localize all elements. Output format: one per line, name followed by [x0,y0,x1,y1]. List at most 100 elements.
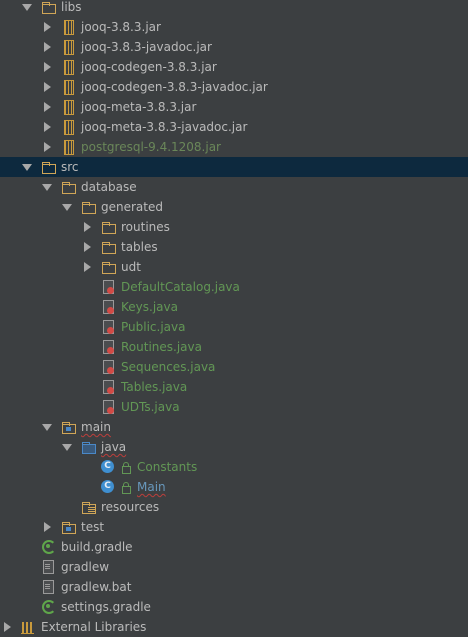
tree-node-label: jooq-codegen-3.8.3.jar [81,60,217,74]
tree-node-label: settings.gradle [61,600,151,614]
folder-icon [41,159,57,175]
libraries-icon [21,619,37,635]
tree-node-class[interactable]: Main [0,477,468,497]
jar-icon [61,19,77,35]
gradle-icon [41,599,57,615]
collapse-arrow-icon[interactable] [81,257,93,277]
tree-node-jar[interactable]: jooq-meta-3.8.3.jar [0,97,468,117]
tree-node-jar[interactable]: postgresql-9.4.1208.jar [0,137,468,157]
tree-node-label: gradlew [61,560,110,574]
collapse-arrow-icon[interactable] [81,217,93,237]
collapse-arrow-icon[interactable] [41,97,53,117]
java-file-icon [101,299,117,315]
tree-node-jar[interactable]: jooq-meta-3.8.3-javadoc.jar [0,117,468,137]
tree-node-file[interactable]: Keys.java [0,297,468,317]
expand-arrow-icon[interactable] [61,197,73,217]
class-icon [101,479,117,495]
expand-arrow-icon[interactable] [41,417,53,437]
expand-arrow-icon[interactable] [61,437,73,457]
tree-node-label: Constants [137,460,198,474]
tree-node-label: jooq-meta-3.8.3.jar [81,100,197,114]
tree-node-file[interactable]: Tables.java [0,377,468,397]
tree-node-jar[interactable]: jooq-codegen-3.8.3.jar [0,57,468,77]
expand-arrow-icon[interactable] [21,157,33,177]
tree-node-label: java [101,440,127,454]
tree-node-main[interactable]: main [0,417,468,437]
tree-node-file[interactable]: DefaultCatalog.java [0,277,468,297]
folder-icon [41,0,57,15]
tree-node-label: jooq-3.8.3-javadoc.jar [81,40,212,54]
lock-icon [121,479,131,495]
tree-node-file[interactable]: build.gradle [0,537,468,557]
tree-node-label: jooq-codegen-3.8.3-javadoc.jar [81,80,268,94]
module-folder-icon [61,419,77,435]
resources-folder-icon [81,499,97,515]
tree-node-src[interactable]: src [0,157,468,177]
jar-icon [61,119,77,135]
java-file-icon [101,399,117,415]
collapse-arrow-icon[interactable] [41,137,53,157]
folder-icon [61,179,77,195]
tree-node-tables[interactable]: tables [0,237,468,257]
tree-node-class[interactable]: Constants [0,457,468,477]
java-file-icon [101,319,117,335]
tree-node-label: main [81,420,111,434]
tree-node-routines[interactable]: routines [0,217,468,237]
tree-node-java[interactable]: java [0,437,468,457]
tree-node-label: routines [121,220,170,234]
tree-node-generated[interactable]: generated [0,197,468,217]
tree-node-jar[interactable]: jooq-3.8.3.jar [0,17,468,37]
tree-node-file[interactable]: Public.java [0,317,468,337]
tree-node-label: resources [101,500,160,514]
tree-node-file[interactable]: Sequences.java [0,357,468,377]
collapse-arrow-icon[interactable] [1,617,13,637]
collapse-arrow-icon[interactable] [41,57,53,77]
tree-node-libs[interactable]: libs [0,0,468,17]
collapse-arrow-icon[interactable] [81,237,93,257]
tree-node-udt[interactable]: udt [0,257,468,277]
tree-node-file[interactable]: Routines.java [0,337,468,357]
folder-icon [101,219,117,235]
tree-node-label: Main [137,480,166,494]
file-icon [41,559,57,575]
class-icon [101,459,117,475]
jar-icon [61,39,77,55]
jar-icon [61,99,77,115]
tree-node-label: UDTs.java [121,400,180,414]
tree-node-label: Public.java [121,320,186,334]
tree-node-database[interactable]: database [0,177,468,197]
collapse-arrow-icon[interactable] [41,17,53,37]
expand-arrow-icon[interactable] [41,177,53,197]
tree-node-file[interactable]: gradlew [0,557,468,577]
tree-node-label: Tables.java [121,380,188,394]
tree-node-jar[interactable]: jooq-codegen-3.8.3-javadoc.jar [0,77,468,97]
tree-node-label: udt [121,260,141,274]
tree-node-label: src [61,160,79,174]
source-folder-icon [81,439,97,455]
collapse-arrow-icon[interactable] [41,77,53,97]
tree-node-label: gradlew.bat [61,580,132,594]
tree-node-label: Sequences.java [121,360,216,374]
tree-node-file[interactable]: UDTs.java [0,397,468,417]
tree-node-test[interactable]: test [0,517,468,537]
tree-node-file[interactable]: gradlew.bat [0,577,468,597]
expand-arrow-icon[interactable] [21,0,33,17]
collapse-arrow-icon[interactable] [41,37,53,57]
tree-node-label: DefaultCatalog.java [121,280,240,294]
tree-node-file[interactable]: settings.gradle [0,597,468,617]
file-icon [41,579,57,595]
collapse-arrow-icon[interactable] [41,517,53,537]
tree-node-label: Keys.java [121,300,178,314]
module-folder-icon [61,519,77,535]
java-file-icon [101,279,117,295]
tree-node-label: libs [61,0,82,14]
tree-node-external-libraries[interactable]: External Libraries [0,617,468,637]
tree-node-jar[interactable]: jooq-3.8.3-javadoc.jar [0,37,468,57]
java-file-icon [101,379,117,395]
folder-icon [101,259,117,275]
tree-node-label: build.gradle [61,540,133,554]
tree-node-label: test [81,520,105,534]
jar-icon [61,59,77,75]
tree-node-resources[interactable]: resources [0,497,468,517]
collapse-arrow-icon[interactable] [41,117,53,137]
